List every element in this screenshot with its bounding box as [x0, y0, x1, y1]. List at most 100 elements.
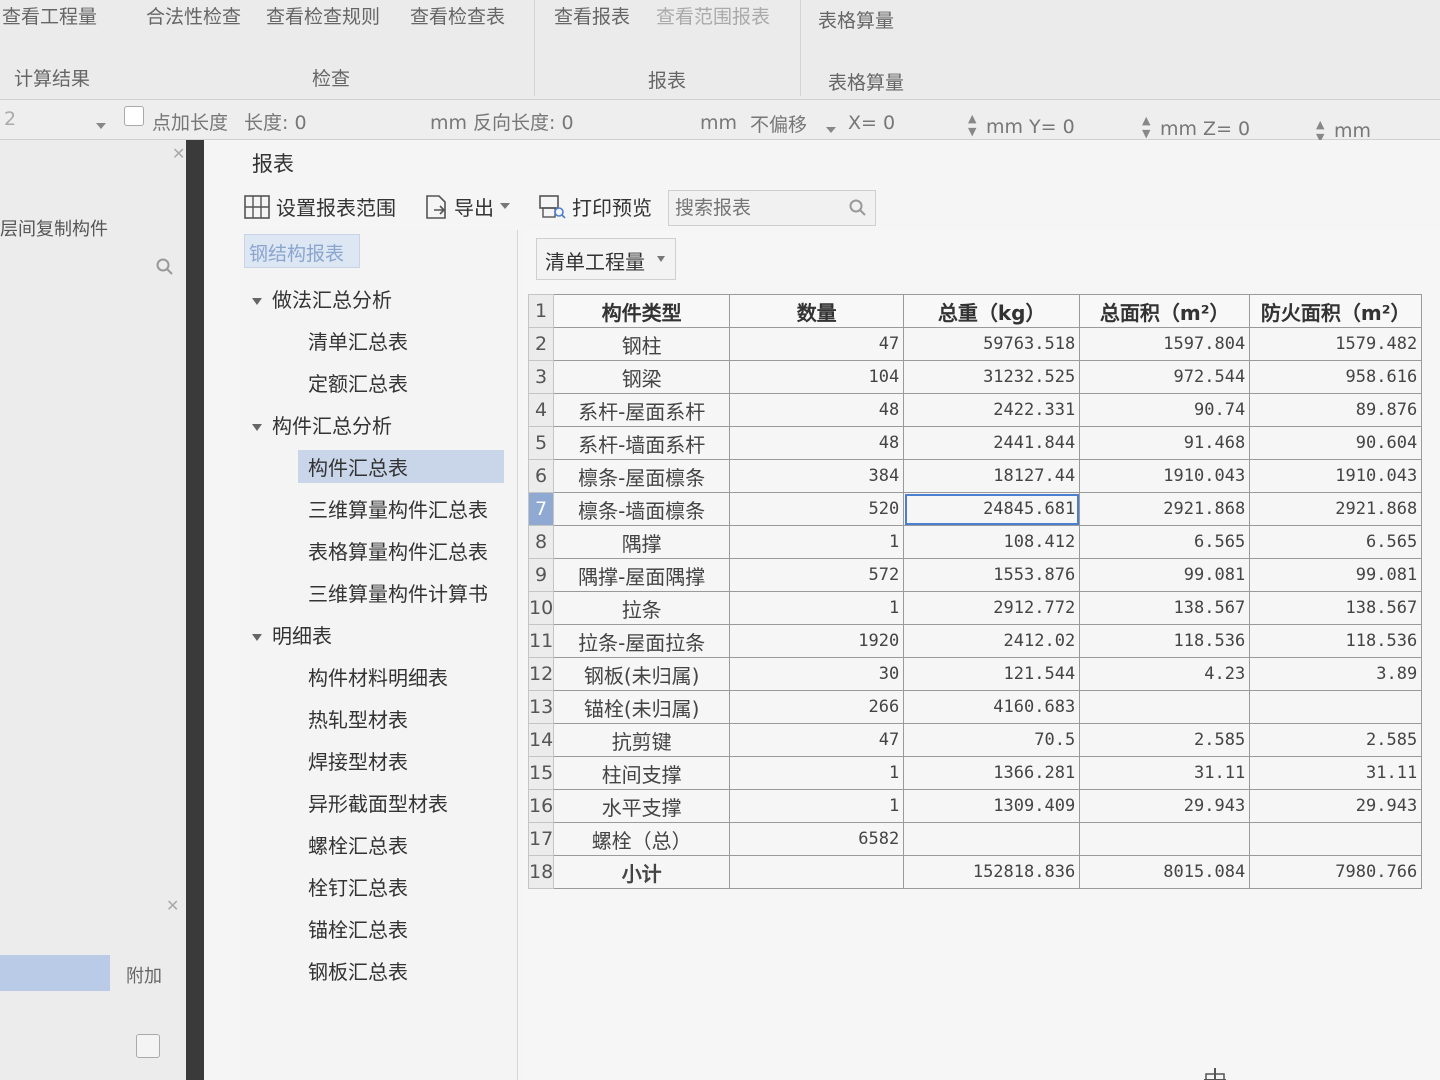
table-cell[interactable]: 31232.525	[903, 360, 1081, 394]
subtotal-row[interactable]: 18 小计 152818.836 8015.084 7980.766	[527, 855, 1423, 889]
row-number[interactable]: 18	[527, 855, 555, 889]
table-cell[interactable]: 1597.804	[1079, 327, 1251, 361]
row-number[interactable]: 6	[527, 459, 555, 493]
table-row[interactable]: 8 隅撑 1 108.412 6.565 6.565	[527, 525, 1423, 559]
table-cell[interactable]: 138.567	[1249, 591, 1423, 625]
table-cell[interactable]: 384	[729, 459, 905, 493]
row-number[interactable]: 1	[527, 294, 555, 328]
tree-item-hot-rolled[interactable]: 热轧型材表	[308, 704, 408, 733]
table-cell[interactable]: 266	[729, 690, 905, 724]
layer-copy-component-label[interactable]: 层间复制构件	[0, 215, 108, 241]
table-row[interactable]: 7 檩条-墙面檩条 520 24845.681 2921.868 2921.868	[527, 492, 1423, 526]
table-row[interactable]: 4 系杆-屋面系杆 48 2422.331 90.74 89.876	[527, 393, 1423, 427]
add-length-checkbox[interactable]	[124, 106, 144, 131]
table-cell[interactable]: 118.536	[1079, 624, 1251, 658]
table-cell[interactable]	[1079, 690, 1251, 724]
caret-down-icon[interactable]	[252, 298, 262, 305]
table-cell[interactable]: 2422.331	[903, 393, 1081, 427]
chevron-down-icon[interactable]	[826, 118, 836, 140]
row-number[interactable]: 17	[527, 822, 555, 856]
table-cell[interactable]	[729, 855, 905, 889]
table-cell[interactable]: 99.081	[1249, 558, 1423, 592]
row-number[interactable]: 13	[527, 690, 555, 724]
x-field[interactable]: X= 0	[848, 112, 895, 134]
table-cell[interactable]: 1	[729, 756, 905, 790]
table-row[interactable]: 13 锚栓(未归属) 266 4160.683	[527, 690, 1423, 724]
row-number[interactable]: 10	[527, 591, 555, 625]
tree-item-table-component-summary[interactable]: 表格算量构件汇总表	[308, 536, 488, 565]
tree-item-bill-summary[interactable]: 清单汇总表	[308, 326, 408, 355]
table-cell[interactable]: 檩条-屋面檩条	[553, 459, 731, 493]
table-cell[interactable]: 1579.482	[1249, 327, 1423, 361]
tree-group-details[interactable]: 明细表	[252, 620, 332, 649]
table-cell[interactable]: 檩条-墙面檩条	[553, 492, 731, 526]
table-cell[interactable]: 2912.772	[903, 591, 1081, 625]
tab-steel-structure-report[interactable]: 钢结构报表	[244, 234, 360, 268]
chevron-down-icon[interactable]	[500, 202, 510, 211]
table-cell[interactable]: 138.567	[1079, 591, 1251, 625]
tree-item-quota-summary[interactable]: 定额汇总表	[308, 368, 408, 397]
close-icon[interactable]: ✕	[166, 896, 179, 915]
table-cell[interactable]: 6.565	[1249, 525, 1423, 559]
search-icon[interactable]	[156, 258, 174, 280]
view-range-report-button[interactable]: 查看范围报表	[656, 2, 770, 29]
table-cell[interactable]: 18127.44	[903, 459, 1081, 493]
column-header[interactable]: 构件类型	[553, 294, 731, 328]
table-cell[interactable]: 24845.681	[903, 492, 1081, 526]
table-cell[interactable]	[903, 822, 1081, 856]
row-number[interactable]: 8	[527, 525, 555, 559]
table-cell[interactable]: 水平支撑	[553, 789, 731, 823]
table-cell[interactable]	[1249, 690, 1423, 724]
table-cell[interactable]: 47	[729, 723, 905, 757]
table-cell[interactable]: 4160.683	[903, 690, 1081, 724]
row-number[interactable]: 2	[527, 327, 555, 361]
table-cell[interactable]	[1249, 822, 1423, 856]
column-header[interactable]: 数量	[729, 294, 905, 328]
table-row[interactable]: 2 钢柱 47 59763.518 1597.804 1579.482	[527, 327, 1423, 361]
table-cell[interactable]: 隅撑-屋面隅撑	[553, 558, 731, 592]
legality-check-button[interactable]: 合法性检查	[146, 2, 241, 29]
row-number[interactable]: 9	[527, 558, 555, 592]
table-cell[interactable]: 1	[729, 591, 905, 625]
attach-checkbox[interactable]	[136, 1034, 160, 1058]
tree-item-material-details[interactable]: 构件材料明细表	[308, 662, 448, 691]
table-cell[interactable]: 958.616	[1249, 360, 1423, 394]
row-number[interactable]: 7	[527, 492, 555, 526]
tree-item-bolt-summary[interactable]: 螺栓汇总表	[308, 830, 408, 859]
z-field[interactable]: mm Z= 0	[1160, 118, 1250, 140]
table-cell[interactable]: 钢板(未归属)	[553, 657, 731, 691]
table-cell[interactable]: 1910.043	[1249, 459, 1423, 493]
table-cell[interactable]: 系杆-屋面系杆	[553, 393, 731, 427]
table-cell[interactable]: 系杆-墙面系杆	[553, 426, 731, 460]
spinner-icon[interactable]: ▲ ▼	[968, 112, 976, 138]
offset-combo[interactable]: 不偏移	[750, 110, 807, 137]
length-field[interactable]: 长度: 0	[244, 108, 307, 135]
tree-item-welded[interactable]: 焊接型材表	[308, 746, 408, 775]
column-header[interactable]: 总面积（m²）	[1079, 294, 1251, 328]
table-cell[interactable]: 972.544	[1079, 360, 1251, 394]
table-cell[interactable]	[1079, 822, 1251, 856]
table-row[interactable]: 9 隅撑-屋面隅撑 572 1553.876 99.081 99.081	[527, 558, 1423, 592]
row-number[interactable]: 4	[527, 393, 555, 427]
tree-item-component-summary[interactable]: 构件汇总表	[298, 450, 504, 483]
table-cell[interactable]: 90.604	[1249, 426, 1423, 460]
table-cell[interactable]: 拉条	[553, 591, 731, 625]
table-cell[interactable]: 拉条-屋面拉条	[553, 624, 731, 658]
table-row[interactable]: 16 水平支撑 1 1309.409 29.943 29.943	[527, 789, 1423, 823]
selected-property-row[interactable]	[0, 955, 110, 991]
y-field[interactable]: mm Y= 0	[986, 116, 1075, 138]
table-cell[interactable]: 2.585	[1079, 723, 1251, 757]
table-cell[interactable]: 柱间支撑	[553, 756, 731, 790]
table-cell[interactable]: 锚栓(未归属)	[553, 690, 731, 724]
table-row[interactable]: 17 螺栓（总） 6582	[527, 822, 1423, 856]
table-cell[interactable]: 抗剪键	[553, 723, 731, 757]
row-number[interactable]: 5	[527, 426, 555, 460]
table-cell[interactable]: 108.412	[903, 525, 1081, 559]
table-cell[interactable]: 31.11	[1249, 756, 1423, 790]
chevron-down-icon[interactable]	[96, 114, 106, 136]
layer-combo[interactable]: 2	[4, 108, 16, 130]
table-cell[interactable]: 钢梁	[553, 360, 731, 394]
tree-group-component-summary[interactable]: 构件汇总分析	[252, 410, 392, 439]
row-number[interactable]: 11	[527, 624, 555, 658]
table-row[interactable]: 11 拉条-屋面拉条 1920 2412.02 118.536 118.536	[527, 624, 1423, 658]
